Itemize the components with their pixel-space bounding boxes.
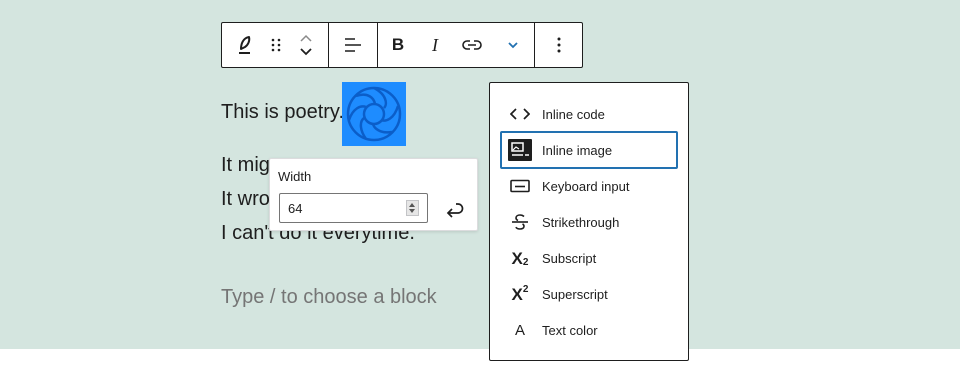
- menu-item-label: Subscript: [542, 250, 597, 266]
- paragraph-line-3[interactable]: It wro: [221, 187, 270, 211]
- menu-item-label: Keyboard input: [542, 178, 630, 194]
- width-input[interactable]: 64: [279, 193, 428, 223]
- menu-item-strikethrough[interactable]: Strikethrough: [500, 203, 678, 241]
- link-button[interactable]: [452, 23, 492, 67]
- align-left-icon: [345, 38, 361, 52]
- footer-area: [0, 349, 960, 376]
- menu-item-text-color[interactable]: A Text color: [500, 311, 678, 349]
- width-value: 64: [288, 200, 303, 216]
- aperture-icon: [346, 86, 402, 142]
- inline-image[interactable]: [342, 82, 406, 146]
- vertical-ellipsis-icon: [557, 37, 561, 53]
- block-toolbar: B I: [221, 22, 583, 68]
- block-placeholder[interactable]: Type / to choose a block: [221, 285, 437, 309]
- image-width-popover: Width 64: [269, 158, 478, 231]
- image-icon: [508, 138, 532, 162]
- italic-icon: I: [432, 34, 438, 55]
- link-icon: [462, 40, 482, 50]
- menu-item-inline-code[interactable]: Inline code: [500, 95, 678, 133]
- strikethrough-icon: [508, 210, 532, 234]
- chevron-down-icon[interactable]: [299, 47, 313, 57]
- align-button[interactable]: [329, 23, 377, 67]
- more-rich-text-button[interactable]: [492, 23, 534, 67]
- menu-item-label: Superscript: [542, 286, 608, 302]
- menu-item-label: Inline code: [542, 106, 605, 122]
- chevron-up-icon[interactable]: [299, 33, 313, 43]
- menu-item-subscript[interactable]: X2 Subscript: [500, 239, 678, 277]
- menu-item-superscript[interactable]: X2 Superscript: [500, 275, 678, 313]
- toolbar-group-block: [222, 23, 329, 67]
- bold-button[interactable]: B: [378, 23, 418, 67]
- return-arrow-icon: [446, 203, 464, 218]
- chevron-down-icon: [508, 42, 518, 49]
- change-block-type-button[interactable]: [222, 23, 268, 67]
- bold-icon: B: [391, 35, 405, 54]
- width-label: Width: [278, 169, 312, 184]
- menu-item-inline-image[interactable]: Inline image: [500, 131, 678, 169]
- apply-width-button[interactable]: [442, 198, 466, 222]
- toolbar-group-format: B I: [378, 23, 535, 67]
- feather-icon: [239, 36, 251, 54]
- code-icon: [508, 102, 532, 126]
- italic-button[interactable]: I: [418, 23, 452, 67]
- move-block-buttons: [284, 23, 328, 67]
- paragraph-line-1[interactable]: This is poetry.: [221, 100, 344, 124]
- number-spinner[interactable]: [406, 200, 419, 216]
- drag-dots-icon: [271, 38, 281, 52]
- superscript-icon: X2: [511, 284, 529, 304]
- menu-item-label: Strikethrough: [542, 214, 620, 230]
- toolbar-group-align: [329, 23, 378, 67]
- subscript-icon: X2: [511, 248, 529, 269]
- menu-item-label: Inline image: [542, 142, 613, 158]
- options-button[interactable]: [535, 23, 583, 67]
- rich-text-menu: Inline code Inline image Keyboard input …: [489, 82, 689, 361]
- paragraph-line-2[interactable]: It mig: [221, 153, 270, 177]
- text-color-icon: A: [514, 321, 525, 339]
- menu-item-label: Text color: [542, 322, 598, 338]
- keyboard-icon: [508, 174, 532, 198]
- drag-handle[interactable]: [268, 23, 284, 67]
- toolbar-group-options: [535, 23, 583, 67]
- menu-item-keyboard-input[interactable]: Keyboard input: [500, 167, 678, 205]
